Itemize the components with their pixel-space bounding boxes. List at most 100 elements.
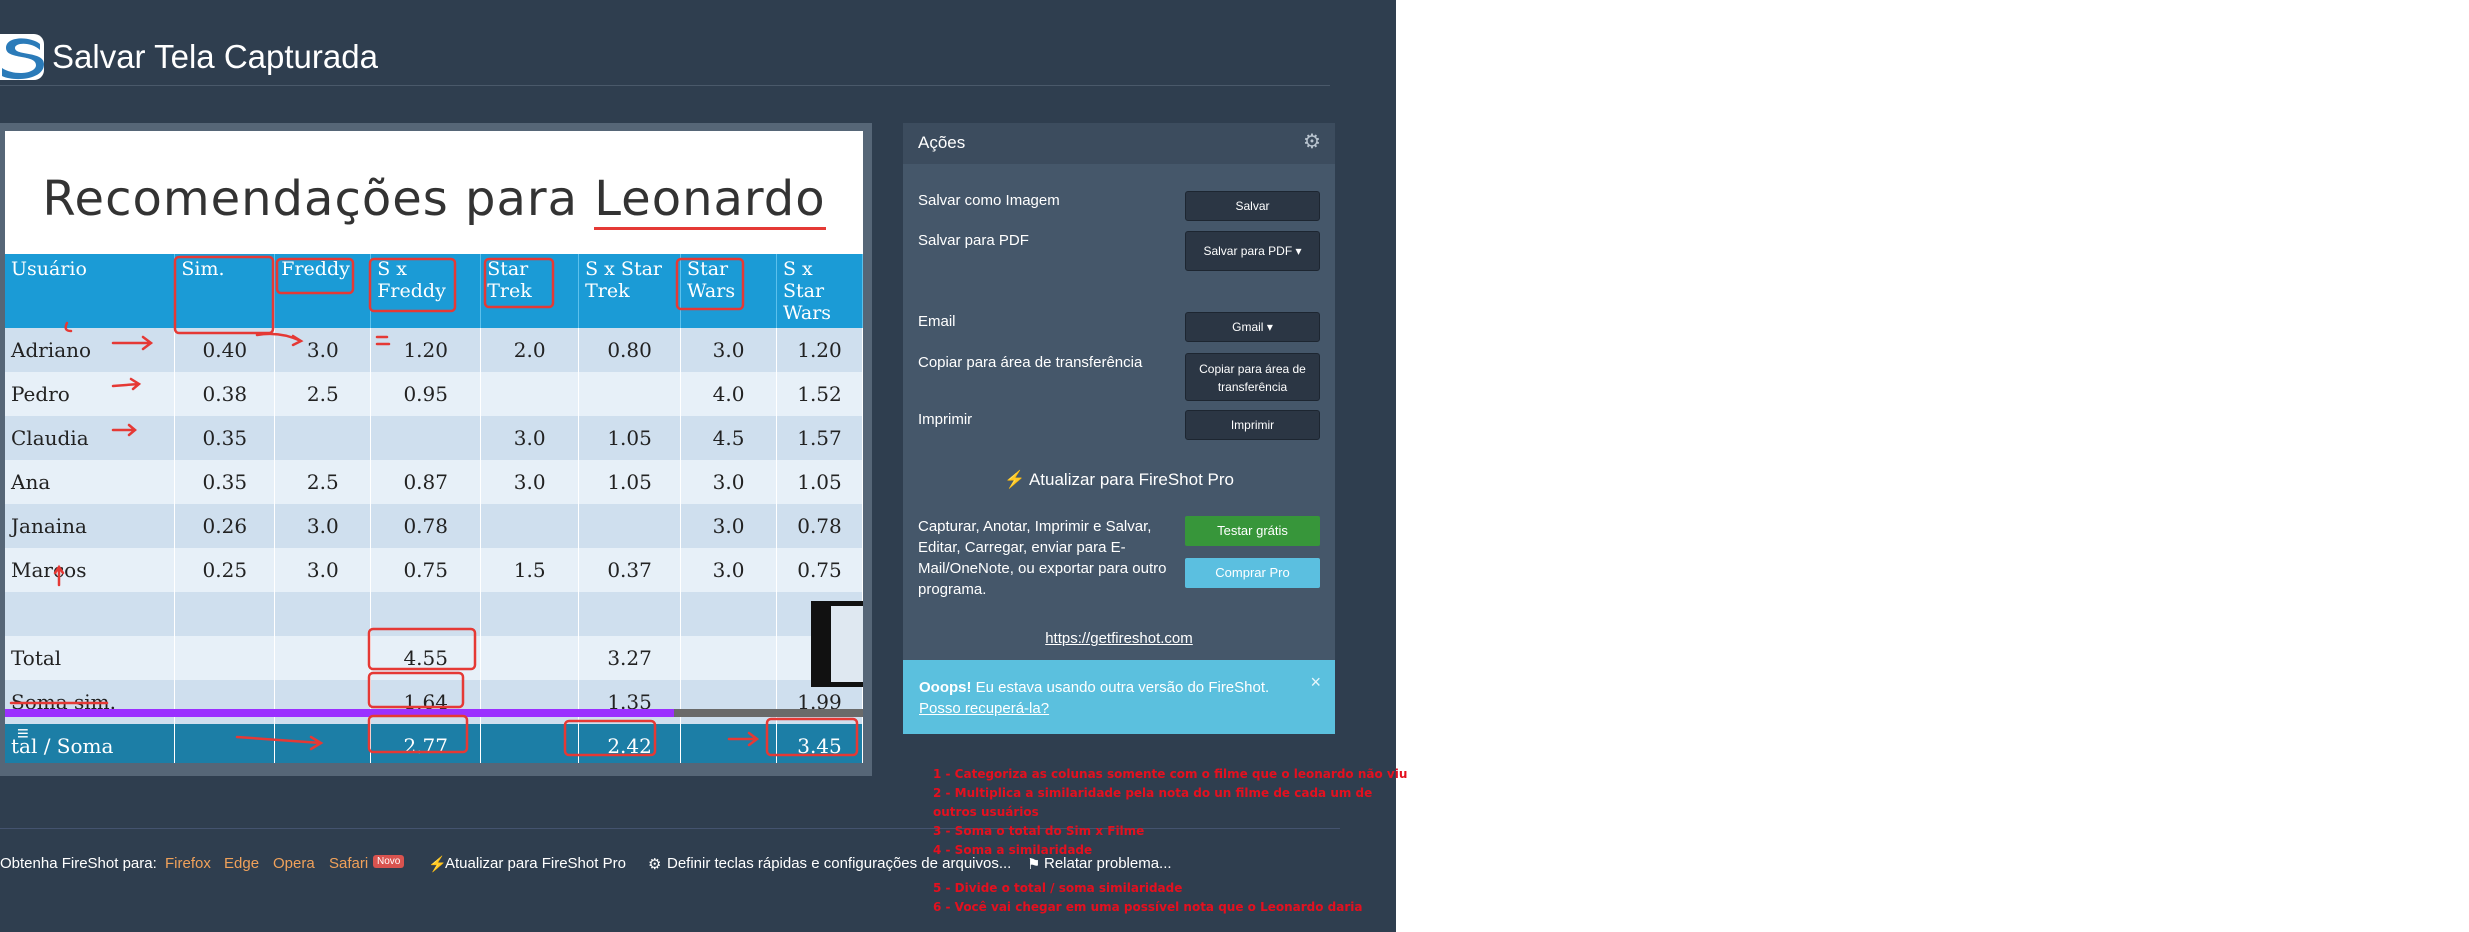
table-cell: 3.0 (274, 548, 372, 592)
table-cell (274, 680, 372, 724)
slide-title-name: Leonardo (594, 171, 826, 230)
edge-link[interactable]: Edge (224, 855, 259, 872)
note-line: 3 - Soma o total do Sim x Filme (933, 824, 1145, 838)
note-line: outros usuários (933, 805, 1039, 819)
table-header-row: Usuário Sim. Freddy S x Freddy Star Trek S x … (5, 254, 863, 328)
upgrade-title[interactable]: ⚡ Atualizar para FireShot Pro (903, 470, 1335, 490)
gear-icon: ⚙ (648, 856, 662, 873)
email-dropdown[interactable]: Gmail ▾ (1185, 312, 1320, 342)
table-cell: 1.20 (370, 328, 482, 372)
table-cell: 3.0 (480, 416, 580, 460)
clipboard-button[interactable]: Copiar para área de transferência (1185, 353, 1320, 401)
alert-strong: Ooops! (919, 679, 972, 696)
table-cell: 4.55 (370, 636, 482, 680)
close-icon[interactable]: × (1310, 672, 1321, 693)
save-pdf-row: Salvar para PDF Salvar para PDF ▾ (918, 231, 1320, 271)
table-cell (274, 724, 372, 763)
table-cell: 0.75 (370, 548, 482, 592)
table-cell: 0.35 (174, 416, 276, 460)
table-row: Janaina 0.26 3.0 0.78 3.0 0.78 (5, 504, 863, 548)
print-button[interactable]: Imprimir (1185, 410, 1320, 440)
recommendation-table: Usuário Sim. Freddy S x Freddy Star Trek S x … (5, 254, 863, 763)
save-pdf-button-label: Salvar para PDF (1203, 244, 1293, 258)
column-header: S x Star Trek (578, 254, 682, 328)
table-cell: 1.05 (578, 416, 682, 460)
note-line: 6 - Você vai chegar em uma possível nota… (933, 900, 1363, 914)
table-row: Soma sim. 1.64 1.35 1.99 (5, 680, 863, 724)
table-row: Adriano 0.40 3.0 1.20 2.0 0.80 3.0 1.20 (5, 328, 863, 372)
table-cell (274, 592, 372, 636)
print-row: Imprimir Imprimir (918, 410, 1320, 442)
table-cell: 1.64 (370, 680, 482, 724)
save-image-row: Salvar como Imagem Salvar (918, 191, 1320, 223)
lightning-icon: ⚡ (1003, 470, 1026, 489)
get-fireshot-label: Obtenha FireShot para: (0, 855, 157, 872)
table-cell: 3.0 (680, 504, 777, 548)
table-cell: Marcos (5, 548, 176, 592)
table-cell (578, 592, 682, 636)
buy-pro-button[interactable]: Comprar Pro (1185, 558, 1320, 588)
opera-link[interactable]: Opera (273, 855, 315, 872)
screenshot-preview[interactable]: Recomendações para Leonardo Usuário Sim. F… (5, 131, 863, 763)
note-line: 4 - Soma a similaridade (933, 843, 1093, 857)
playlist-icon[interactable]: ≡ (17, 723, 41, 745)
table-cell (480, 724, 580, 763)
table-row: Total4.553.276. (5, 636, 863, 680)
table-cell (680, 724, 777, 763)
table-cell: 3.0 (680, 328, 777, 372)
table-cell: 0.26 (174, 504, 276, 548)
note-line: 2 - Multiplica a similaridade pela nota … (933, 786, 1373, 800)
save-pdf-dropdown[interactable]: Salvar para PDF ▾ (1185, 231, 1320, 271)
table-cell: 0.38 (174, 372, 276, 416)
gear-icon[interactable]: ⚙ (1303, 132, 1323, 152)
table-cell: 0.95 (370, 372, 482, 416)
table-cell: 2.5 (274, 460, 372, 504)
table-cell: 1.05 (578, 460, 682, 504)
table-cell (174, 724, 276, 763)
table-cell (274, 636, 372, 680)
column-header: Usuário (5, 254, 176, 328)
caret-down-icon: ▾ (1295, 244, 1302, 258)
footer-upgrade-link[interactable]: Atualizar para FireShot Pro (445, 855, 626, 872)
mini-thumbnail (811, 601, 863, 687)
table-cell (174, 592, 276, 636)
save-image-button[interactable]: Salvar (1185, 191, 1320, 221)
table-cell (174, 636, 276, 680)
table-cell: 1.57 (776, 416, 863, 460)
note-line: 1 - Categoriza as colunas somente com o … (933, 767, 1408, 781)
recover-link[interactable]: Posso recuperá-la? (919, 700, 1049, 717)
email-label: Email (918, 313, 956, 330)
table-cell (480, 636, 580, 680)
table-cell: Total (5, 636, 176, 680)
video-progress-fill (5, 709, 675, 717)
table-cell: Soma sim. (5, 680, 176, 724)
table-cell (174, 680, 276, 724)
table-cell: 0.78 (776, 504, 863, 548)
table-cell (370, 416, 482, 460)
fireshot-logo (0, 34, 44, 80)
page-title: Salvar Tela Capturada (52, 38, 378, 75)
table-cell: 1.05 (776, 460, 863, 504)
video-progress-bar[interactable] (5, 709, 863, 717)
table-cell: Ana (5, 460, 176, 504)
save-image-label: Salvar como Imagem (918, 192, 1060, 209)
lightning-icon: ⚡ (428, 856, 447, 873)
table-cell: 0.78 (370, 504, 482, 548)
table-cell (680, 636, 777, 680)
table-cell (370, 592, 482, 636)
caret-down-icon: ▾ (1266, 320, 1273, 334)
website-link[interactable]: https://getfireshot.com (903, 630, 1335, 647)
table-cell (578, 372, 682, 416)
actions-heading: Ações (918, 133, 966, 152)
column-header: Freddy (274, 254, 372, 328)
trial-button[interactable]: Testar grátis (1185, 516, 1320, 546)
table-cell: 0.25 (174, 548, 276, 592)
table-cell (480, 592, 580, 636)
table-cell (480, 372, 580, 416)
firefox-link[interactable]: Firefox (165, 855, 211, 872)
promo-text: Capturar, Anotar, Imprimir e Salvar, Edi… (918, 518, 1167, 598)
table-cell: 0.40 (174, 328, 276, 372)
version-alert: Ooops! Eu estava usando outra versão do … (903, 660, 1335, 734)
safari-link[interactable]: Safari (329, 855, 368, 872)
table-row: Pedro 0.38 2.5 0.95 4.0 1.52 (5, 372, 863, 416)
